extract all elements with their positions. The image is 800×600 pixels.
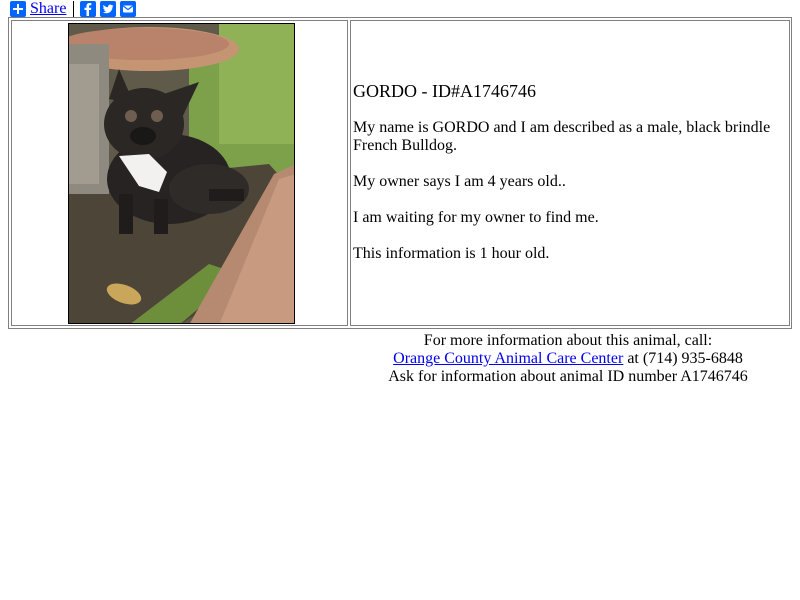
- animal-description: My name is GORDO and I am described as a…: [353, 119, 771, 154]
- animal-table: GORDO - ID#A1746746 My name is GORDO and…: [8, 17, 792, 329]
- info-freshness: This information is 1 hour old.: [353, 245, 550, 262]
- plus-icon[interactable]: [10, 1, 26, 17]
- animal-status: I am waiting for my owner to find me.: [353, 209, 599, 226]
- photo-cell: [11, 20, 348, 326]
- contact-line-1: For more information about this animal, …: [423, 332, 713, 349]
- facebook-icon[interactable]: [80, 1, 97, 17]
- share-toolbar: Share: [10, 0, 140, 18]
- animal-title: GORDO - ID#A1746746: [353, 81, 536, 101]
- info-cell: GORDO - ID#A1746746 My name is GORDO and…: [350, 20, 790, 326]
- email-icon[interactable]: [120, 1, 137, 17]
- share-link[interactable]: Share: [30, 0, 66, 18]
- dog-photo: [68, 23, 295, 324]
- shelter-phone: at (714) 935-6848: [623, 350, 743, 367]
- shelter-link[interactable]: Orange County Animal Care Center: [393, 350, 623, 367]
- contact-line-2: Orange County Animal Care Center at (714…: [350, 350, 786, 368]
- contact-line-3: Ask for information about animal ID numb…: [388, 368, 748, 385]
- animal-age: My owner says I am 4 years old..: [353, 173, 566, 190]
- contact-info: For more information about this animal, …: [350, 332, 786, 386]
- twitter-icon[interactable]: [100, 1, 117, 17]
- share-divider: [73, 1, 75, 17]
- animal-info: GORDO - ID#A1746746 My name is GORDO and…: [353, 81, 783, 263]
